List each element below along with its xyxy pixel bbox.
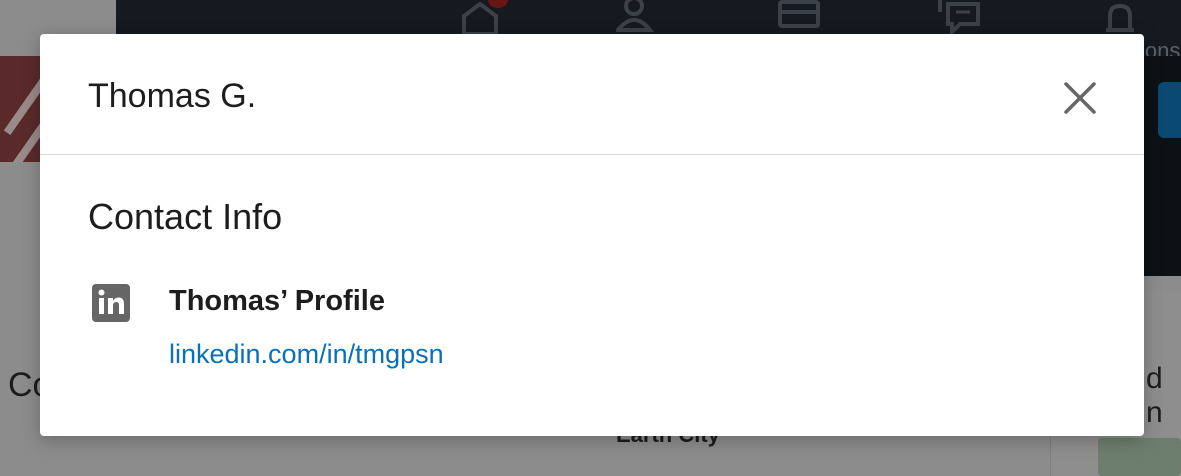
profile-title: Thomas’ Profile: [169, 285, 385, 317]
section-heading: Contact Info: [88, 196, 283, 237]
close-button[interactable]: [1056, 74, 1104, 122]
linkedin-icon: [92, 284, 130, 322]
background-thumbnail: [1098, 438, 1181, 476]
profile-link[interactable]: linkedin.com/in/tmgpsn: [169, 336, 444, 372]
network-icon: [616, 0, 660, 34]
modal-title: Thomas G.: [88, 77, 257, 115]
modal-header: Thomas G.: [40, 34, 1144, 155]
background-text-right: d n: [1146, 362, 1163, 429]
cover-image-left: [0, 56, 40, 162]
contact-info-modal: Thomas G. Contact Info Thomas’ Profile l…: [40, 34, 1144, 436]
close-icon: [1056, 74, 1104, 122]
messaging-icon: [938, 0, 982, 34]
background-action-button: [1158, 82, 1181, 138]
jobs-icon: [778, 0, 822, 34]
notifications-icon: [1098, 0, 1142, 34]
